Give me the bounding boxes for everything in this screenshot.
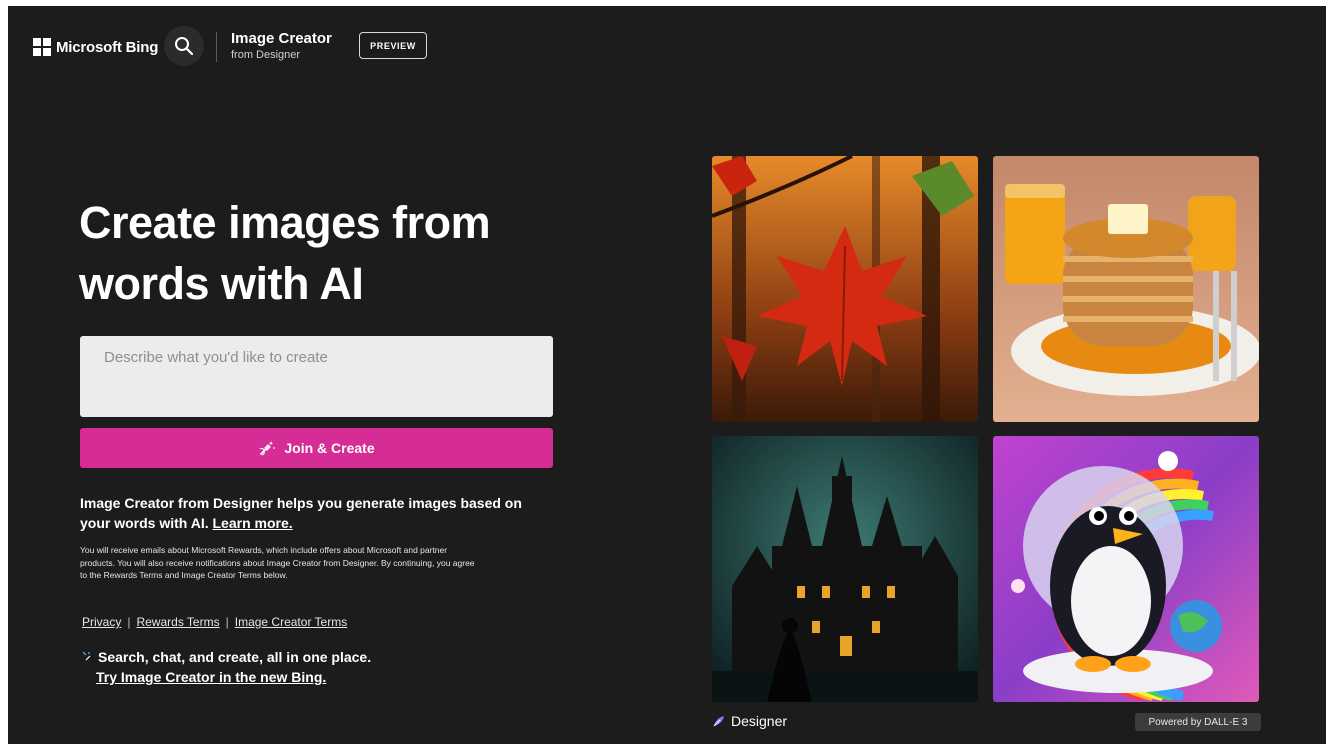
headline-line-1: Create images from <box>79 197 491 248</box>
microsoft-logo-icon <box>33 38 51 56</box>
link-separator: | <box>225 615 229 629</box>
autumn-leaf-image <box>712 156 978 422</box>
product-title-sub: from Designer <box>231 49 301 61</box>
sample-image-penguin[interactable] <box>993 436 1259 702</box>
privacy-link[interactable]: Privacy <box>82 615 121 629</box>
headline-line-2: words with AI <box>79 258 364 309</box>
designer-brand[interactable]: Designer <box>712 713 787 729</box>
fine-print: You will receive emails about Microsoft … <box>80 545 475 581</box>
brand-name: Microsoft Bing <box>56 38 159 56</box>
footer-links: Privacy | Rewards Terms | Image Creator … <box>82 615 347 629</box>
microsoft-bing-logo[interactable]: Microsoft Bing <box>33 38 158 56</box>
sample-image-pancakes[interactable] <box>993 156 1259 422</box>
product-title-main: Image Creator <box>231 30 332 47</box>
rewards-terms-link[interactable]: Rewards Terms <box>136 615 219 629</box>
prompt-input[interactable] <box>80 336 553 417</box>
pancakes-image <box>993 156 1259 422</box>
magic-brush-icon <box>260 441 276 456</box>
preview-badge[interactable]: PREVIEW <box>359 32 427 59</box>
description-body: Image Creator from Designer helps you ge… <box>80 495 522 531</box>
try-new-bing-link[interactable]: Try Image Creator in the new Bing. <box>96 667 371 687</box>
powered-by-dalle-badge: Powered by DALL-E 3 <box>1135 713 1261 731</box>
create-button-label: Join & Create <box>284 440 375 456</box>
promo-line: Search, chat, and create, all in one pla… <box>98 649 372 665</box>
search-button[interactable] <box>164 26 204 66</box>
page-frame: Microsoft Bing Image Creator from Design… <box>8 6 1326 744</box>
link-separator: | <box>127 615 131 629</box>
sparkle-icon <box>82 651 91 661</box>
image-creator-terms-link[interactable]: Image Creator Terms <box>235 615 347 629</box>
new-bing-promo: Search, chat, and create, all in one pla… <box>82 647 371 687</box>
header-divider <box>216 32 217 62</box>
product-title[interactable]: Image Creator from Designer <box>231 30 332 63</box>
learn-more-link[interactable]: Learn more. <box>213 515 293 531</box>
sample-image-autumn-leaf[interactable] <box>712 156 978 422</box>
penguin-image <box>993 436 1259 702</box>
description-text: Image Creator from Designer helps you ge… <box>80 493 550 533</box>
join-and-create-button[interactable]: Join & Create <box>80 428 553 468</box>
sample-image-castle[interactable] <box>712 436 978 702</box>
page-headline: Create images from words with AI <box>79 192 599 314</box>
search-icon <box>175 37 194 56</box>
haunted-castle-image <box>712 436 978 702</box>
designer-label: Designer <box>731 713 788 729</box>
designer-logo-icon <box>713 716 724 727</box>
